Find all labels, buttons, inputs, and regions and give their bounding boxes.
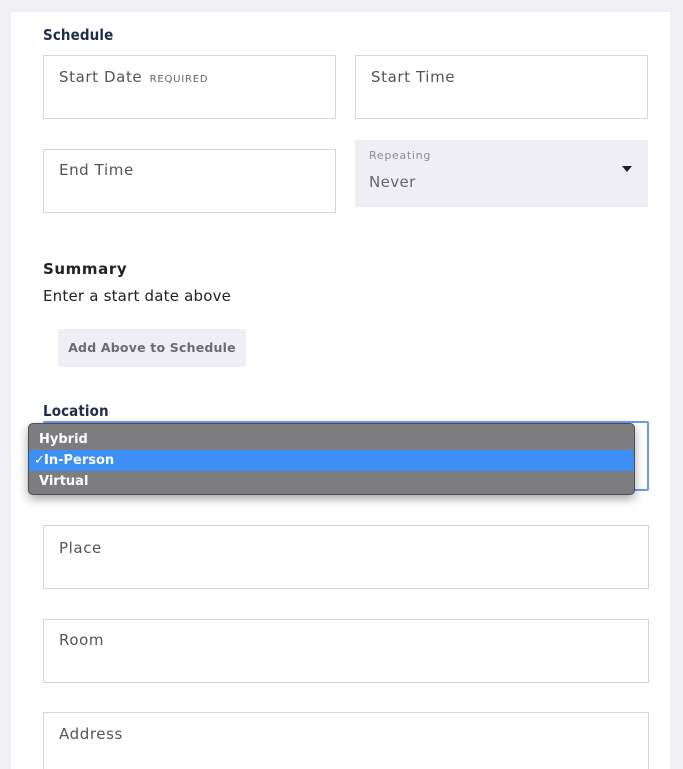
- required-tag: REQUIRED: [149, 74, 209, 85]
- end-time-label: End Time: [59, 161, 134, 179]
- option-hybrid[interactable]: Hybrid: [29, 429, 634, 450]
- address-label: Address: [59, 725, 123, 743]
- schedule-heading: Schedule: [43, 26, 114, 44]
- address-field[interactable]: Address: [43, 712, 649, 769]
- option-virtual[interactable]: Virtual: [29, 471, 634, 492]
- start-time-label: Start Time: [371, 68, 456, 86]
- summary-title: Summary: [43, 260, 128, 278]
- repeating-select[interactable]: Repeating Never: [355, 140, 648, 207]
- add-to-schedule-button[interactable]: Add Above to Schedule: [58, 329, 246, 367]
- place-label: Place: [59, 539, 102, 557]
- caret-down-icon: [622, 166, 632, 172]
- start-date-label: Start Date REQUIRED: [59, 68, 209, 86]
- summary-text: Enter a start date above: [43, 287, 232, 305]
- checkmark-icon: ✓: [34, 453, 45, 468]
- start-date-field[interactable]: Start Date REQUIRED: [43, 55, 336, 119]
- location-dropdown-menu: Hybrid ✓In-Person Virtual: [28, 423, 635, 495]
- room-label: Room: [59, 631, 105, 649]
- option-in-person[interactable]: ✓In-Person: [29, 450, 634, 471]
- repeating-label: Repeating: [369, 149, 432, 162]
- room-field[interactable]: Room: [43, 619, 649, 683]
- location-heading: Location: [43, 402, 109, 420]
- repeating-value: Never: [369, 173, 416, 191]
- end-time-field[interactable]: End Time: [43, 149, 336, 213]
- place-field[interactable]: Place: [43, 525, 649, 589]
- start-time-field[interactable]: Start Time: [355, 55, 648, 119]
